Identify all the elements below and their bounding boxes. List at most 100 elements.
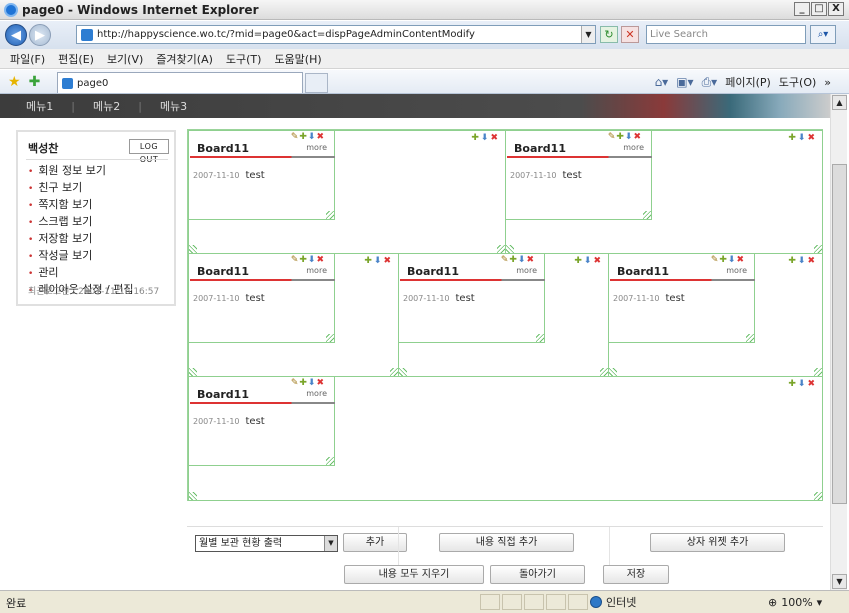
resize-handle-icon[interactable] (326, 211, 334, 219)
menu-tools[interactable]: 도구(T) (226, 51, 262, 67)
edit-icon[interactable]: ✎ (501, 255, 509, 265)
down-icon[interactable]: ⬇ (308, 132, 316, 142)
more-link[interactable]: more (306, 389, 327, 398)
list-item[interactable]: • 쪽지함 보기 (28, 197, 133, 214)
list-item[interactable]: • 작성글 보기 (28, 248, 133, 265)
delete-icon[interactable]: ✖ (807, 133, 815, 143)
close-button[interactable]: X (828, 2, 844, 16)
board-widget[interactable]: ✎ ✚ ⬇ ✖ Board11 more 2007-11-10 test (505, 130, 652, 220)
chevron-icon[interactable]: » (824, 76, 831, 89)
more-link[interactable]: more (516, 266, 537, 275)
down-icon[interactable]: ⬇ (798, 379, 806, 389)
list-item[interactable]: 2007-11-10 test (193, 170, 265, 181)
url-field[interactable]: http://happyscience.wo.tc/?mid=page0&act… (76, 25, 596, 44)
add-content-button[interactable]: 내용 직접 추가 (439, 533, 574, 552)
post-title[interactable]: test (246, 170, 265, 181)
delete-icon[interactable]: ✖ (316, 378, 324, 388)
resize-handle-icon[interactable] (643, 211, 651, 219)
list-item[interactable]: 2007-11-10 test (193, 293, 265, 304)
down-icon[interactable]: ⬇ (518, 255, 526, 265)
resize-handle-icon[interactable] (189, 245, 197, 253)
forward-icon[interactable]: ▶ (29, 24, 51, 46)
delete-icon[interactable]: ✖ (807, 256, 815, 266)
resize-handle-icon[interactable] (390, 368, 398, 376)
post-title[interactable]: test (246, 416, 265, 427)
board-widget[interactable]: ✎ ✚ ⬇ ✖ Board11 more 2007-11-10 test (608, 253, 755, 343)
add-icon[interactable]: ✚ (299, 378, 307, 388)
resize-handle-icon[interactable] (814, 368, 822, 376)
scroll-up-icon[interactable]: ▲ (832, 95, 847, 110)
resize-handle-icon[interactable] (814, 492, 822, 500)
add-icon[interactable]: ✚ (509, 255, 517, 265)
back-button[interactable]: 돌아가기 (490, 565, 585, 584)
more-link[interactable]: more (306, 266, 327, 275)
home-icon[interactable]: ⌂▾ (655, 75, 669, 89)
board-widget[interactable]: ✎ ✚ ⬇ ✖ Board11 more 2007-11-10 test (398, 253, 545, 343)
resize-handle-icon[interactable] (609, 368, 617, 376)
add-favorite-icon[interactable]: ✚ (29, 74, 41, 90)
list-item[interactable]: 2007-11-10 test (403, 293, 475, 304)
search-input[interactable]: Live Search (646, 25, 806, 44)
resize-handle-icon[interactable] (814, 245, 822, 253)
resize-handle-icon[interactable] (189, 368, 197, 376)
zoom-control[interactable]: ⊕ 100% ▾ (768, 594, 822, 610)
list-item[interactable]: • 친구 보기 (28, 180, 133, 197)
list-item[interactable]: 2007-11-10 test (510, 170, 582, 181)
down-icon[interactable]: ⬇ (584, 256, 592, 266)
more-link[interactable]: more (726, 266, 747, 275)
logout-button[interactable]: LOG OUT (129, 139, 169, 164)
post-title[interactable]: test (246, 293, 265, 304)
edit-icon[interactable]: ✎ (291, 378, 299, 388)
edit-icon[interactable]: ✎ (608, 132, 616, 142)
add-box-widget-button[interactable]: 상자 위젯 추가 (650, 533, 785, 552)
menu-view[interactable]: 보기(V) (107, 51, 143, 67)
down-icon[interactable]: ⬇ (728, 255, 736, 265)
add-icon[interactable]: ✚ (719, 255, 727, 265)
resize-handle-icon[interactable] (326, 334, 334, 342)
down-icon[interactable]: ⬇ (625, 132, 633, 142)
delete-icon[interactable]: ✖ (316, 132, 324, 142)
maximize-button[interactable]: □ (811, 2, 827, 16)
add-icon[interactable]: ✚ (788, 133, 796, 143)
chevron-down-icon[interactable]: ▾ (817, 596, 823, 609)
down-icon[interactable]: ⬇ (308, 378, 316, 388)
delete-icon[interactable]: ✖ (526, 255, 534, 265)
widget-select[interactable]: 월별 보관 현황 출력 ▼ (195, 535, 338, 552)
board-widget[interactable]: ✎ ✚ ⬇ ✖ Board11 more 2007-11-10 test (188, 253, 335, 343)
refresh-icon[interactable]: ↻ (600, 26, 618, 43)
add-icon[interactable]: ✚ (788, 256, 796, 266)
resize-handle-icon[interactable] (497, 245, 505, 253)
security-zone[interactable]: 인터넷 (590, 594, 636, 610)
resize-handle-icon[interactable] (506, 245, 514, 253)
add-icon[interactable]: ✚ (299, 255, 307, 265)
add-icon[interactable]: ✚ (299, 132, 307, 142)
resize-handle-icon[interactable] (600, 368, 608, 376)
more-link[interactable]: more (623, 143, 644, 152)
add-icon[interactable]: ✚ (574, 256, 582, 266)
post-title[interactable]: test (563, 170, 582, 181)
resize-handle-icon[interactable] (536, 334, 544, 342)
site-nav-menu3[interactable]: 메뉴3 (160, 98, 187, 114)
board-widget[interactable]: ✎ ✚ ⬇ ✖ Board11 more 2007-11-10 test (188, 130, 335, 220)
menu-help[interactable]: 도움말(H) (274, 51, 321, 67)
delete-icon[interactable]: ✖ (490, 133, 498, 143)
search-icon[interactable]: ⌕▾ (810, 25, 836, 44)
save-button[interactable]: 저장 (603, 565, 669, 584)
menu-edit[interactable]: 편집(E) (58, 51, 94, 67)
list-item[interactable]: 2007-11-10 test (613, 293, 685, 304)
add-icon[interactable]: ✚ (616, 132, 624, 142)
site-nav-menu1[interactable]: 메뉴1 (26, 98, 53, 114)
down-icon[interactable]: ⬇ (308, 255, 316, 265)
resize-handle-icon[interactable] (399, 368, 407, 376)
page-menu[interactable]: 페이지(P) (725, 74, 771, 90)
vertical-scrollbar[interactable]: ▲ ▼ (830, 94, 847, 590)
url-dropdown-icon[interactable]: ▼ (581, 26, 595, 43)
delete-icon[interactable]: ✖ (383, 256, 391, 266)
scroll-down-icon[interactable]: ▼ (832, 574, 847, 589)
down-icon[interactable]: ⬇ (798, 256, 806, 266)
more-link[interactable]: more (306, 143, 327, 152)
resize-handle-icon[interactable] (189, 492, 197, 500)
print-icon[interactable]: ⎙▾ (702, 75, 718, 90)
stop-icon[interactable]: ✕ (621, 26, 639, 43)
down-icon[interactable]: ⬇ (374, 256, 382, 266)
